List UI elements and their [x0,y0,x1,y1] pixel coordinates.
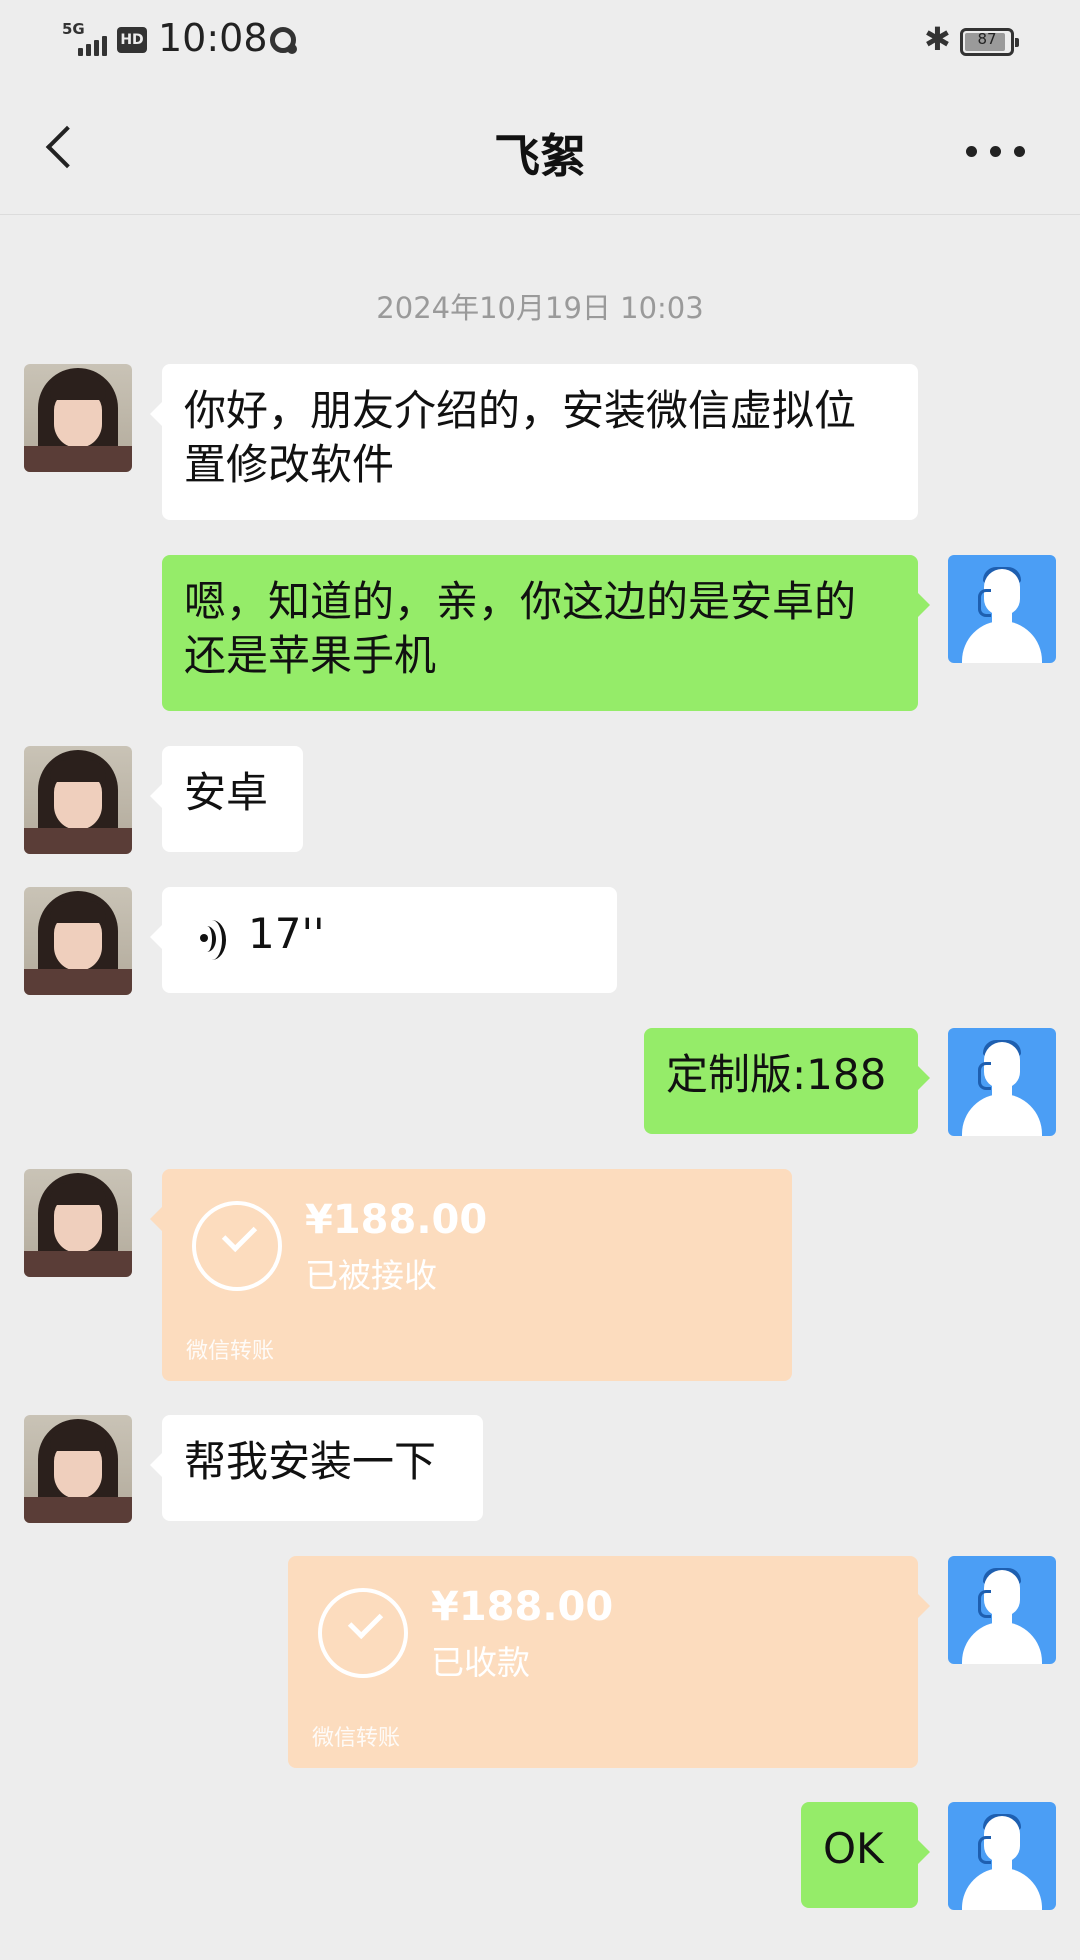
message-text: OK [823,1824,884,1873]
voice-message[interactable]: 17'' [150,887,617,993]
message-timestamp: 2024年10月19日 10:03 [376,291,704,325]
message-bubble-incoming[interactable]: 帮我安装一下 [150,1415,483,1521]
transfer-amount: ¥188.00 [305,1197,488,1243]
message-text: 你好，朋友介绍的，安装微信虚拟位置修改软件 [184,386,857,489]
battery-icon: 87 [960,28,1019,56]
self-avatar[interactable] [948,1556,1056,1664]
transfer-status: 已收款 [431,1643,530,1682]
self-avatar[interactable] [948,1028,1056,1136]
transfer-amount: ¥188.00 [431,1584,614,1630]
message-bubble-incoming[interactable]: 安卓 [150,746,303,852]
message-bubble-outgoing[interactable]: 定制版:188 [644,1028,930,1134]
message-bubble-outgoing[interactable]: 嗯，知道的，亲，你这边的是安卓的还是苹果手机 [162,555,930,711]
contact-avatar[interactable] [24,887,132,995]
message-bubble-incoming[interactable]: 你好，朋友介绍的，安装微信虚拟位置修改软件 [150,364,918,520]
voice-wave-icon [198,920,228,960]
chat-header: 飞絮 [0,84,1080,215]
signal-icon: 5G [62,20,110,56]
message-text: 帮我安装一下 [184,1437,437,1486]
transfer-label: 微信转账 [186,1339,275,1364]
transfer-card[interactable]: ¥188.00 已收款 微信转账 [288,1556,930,1768]
self-avatar[interactable] [948,555,1056,663]
contact-avatar[interactable] [24,1415,132,1523]
contact-avatar[interactable] [24,746,132,854]
message-text: 嗯，知道的，亲，你这边的是安卓的还是苹果手机 [184,577,857,680]
app-notification-icon [270,27,297,54]
transfer-card[interactable]: ¥188.00 已被接收 微信转账 [150,1169,792,1381]
message-text: 安卓 [184,768,269,817]
chat-title: 飞絮 [494,129,586,183]
self-avatar[interactable] [948,1802,1056,1910]
network-type: 5G [62,20,85,38]
contact-avatar[interactable] [24,1169,132,1277]
battery-level: 87 [977,30,997,48]
check-circle-icon [318,1588,408,1678]
transfer-status: 已被接收 [305,1256,437,1295]
transfer-label: 微信转账 [312,1726,401,1751]
bluetooth-icon: ✱ [924,20,951,58]
status-bar: 5G HD 10:08 ✱ 87 [0,0,1080,84]
message-bubble-outgoing[interactable]: OK [801,1802,930,1908]
check-circle-icon [192,1201,282,1291]
more-options-icon[interactable] [966,146,1026,158]
voice-duration: 17'' [248,909,325,958]
message-text: 定制版:188 [666,1050,887,1099]
contact-avatar[interactable] [24,364,132,472]
hd-icon: HD [117,27,147,53]
status-time: 10:08 [158,16,268,60]
